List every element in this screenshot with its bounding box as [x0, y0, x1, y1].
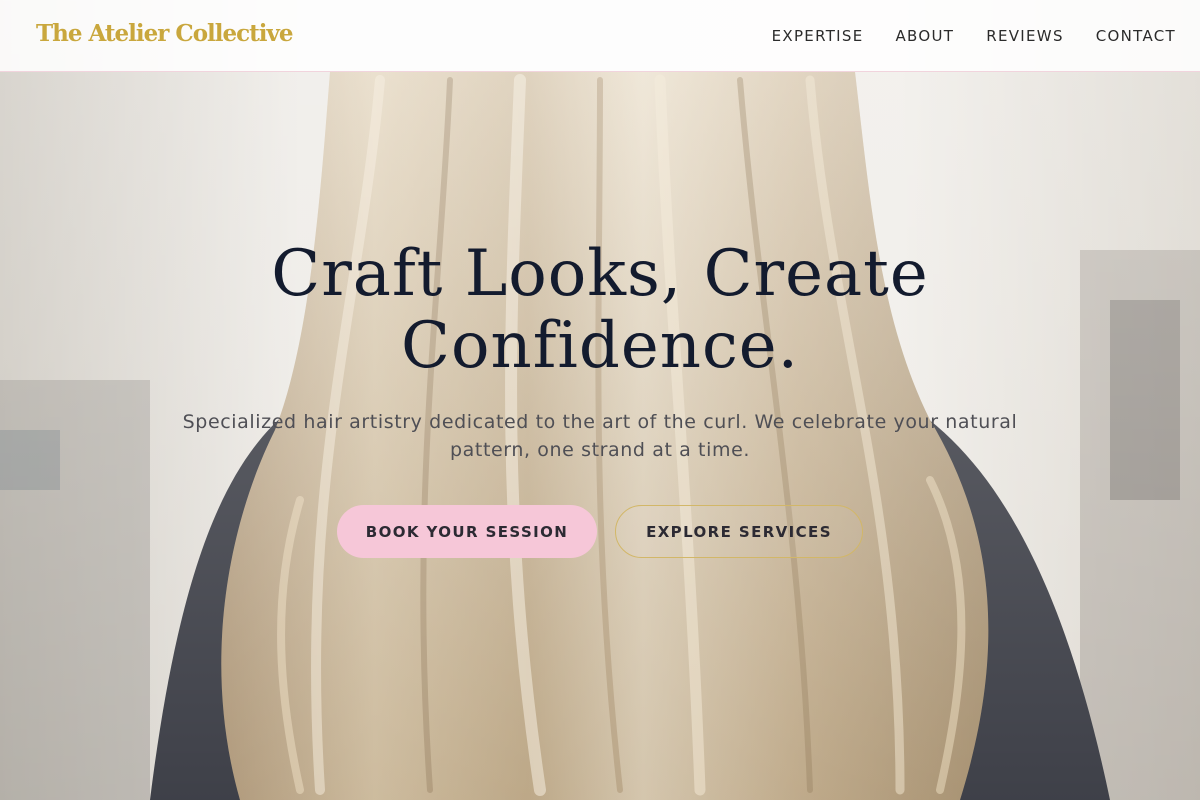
nav-link-about[interactable]: ABOUT [896, 27, 955, 45]
hero-title: Craft Looks, Create Confidence. [271, 237, 929, 383]
hero-actions: BOOK YOUR SESSION EXPLORE SERVICES [0, 505, 1200, 558]
main-nav: EXPERTISE ABOUT REVIEWS CONTACT [772, 27, 1176, 45]
nav-link-expertise[interactable]: EXPERTISE [772, 27, 864, 45]
brand-logo[interactable]: The Atelier Collective [36, 20, 294, 47]
book-session-button[interactable]: BOOK YOUR SESSION [337, 505, 597, 558]
landing-page: The Atelier Collective EXPERTISE ABOUT R… [0, 0, 1200, 800]
explore-services-button[interactable]: EXPLORE SERVICES [615, 505, 863, 558]
hero-content: Craft Looks, Create Confidence. Speciali… [0, 238, 1200, 464]
nav-link-reviews[interactable]: REVIEWS [986, 27, 1064, 45]
hero-subtitle: Specialized hair artistry dedicated to t… [182, 411, 1018, 461]
site-header: The Atelier Collective EXPERTISE ABOUT R… [0, 0, 1200, 72]
nav-link-contact[interactable]: CONTACT [1096, 27, 1176, 45]
